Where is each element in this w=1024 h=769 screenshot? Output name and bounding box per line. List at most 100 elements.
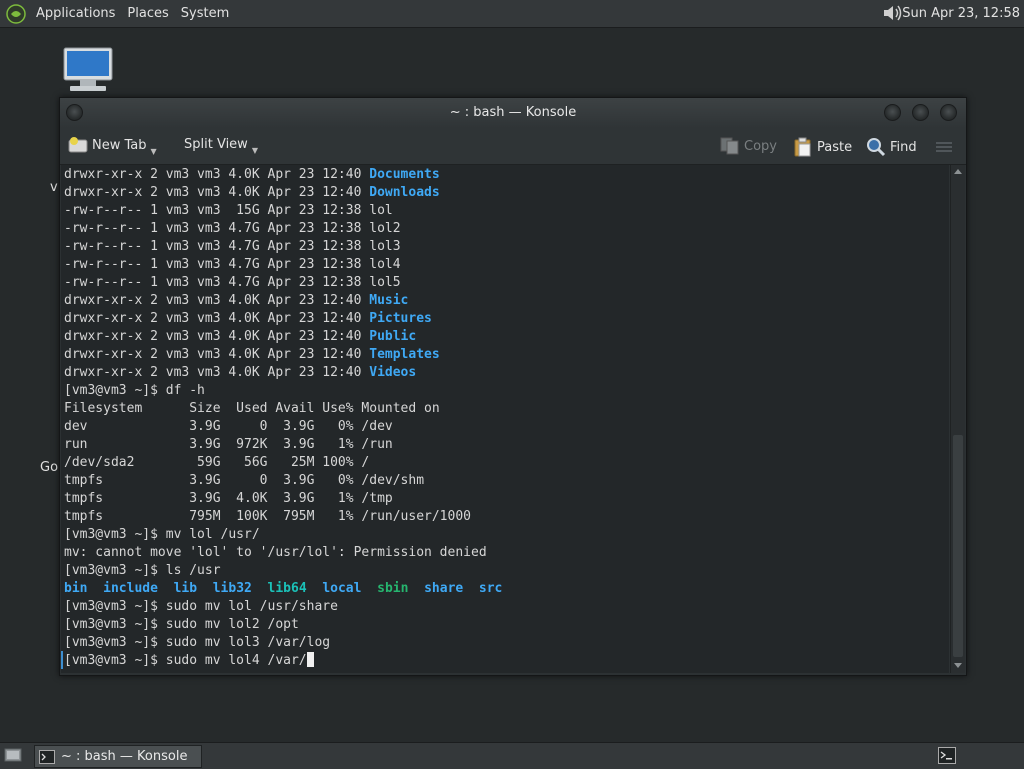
terminal-line: drwxr-xr-x 2 vm3 vm3 4.0K Apr 23 12:40 P… — [64, 328, 502, 346]
chevron-down-icon: ▼ — [150, 146, 157, 156]
terminal-text: drwxr-xr-x 2 vm3 vm3 4.0K Apr 23 12:40 — [64, 185, 370, 200]
terminal-text: mv: cannot move 'lol' to '/usr/lol': Per… — [64, 545, 487, 560]
terminal-dir-entry: Public — [369, 329, 417, 344]
new-tab-icon — [68, 137, 88, 153]
terminal-dir-entry: src — [478, 581, 503, 596]
text-cursor — [306, 652, 314, 667]
terminal-text: tmpfs 3.9G 4.0K 3.9G 1% /tmp — [64, 491, 393, 506]
close-button[interactable] — [940, 104, 957, 121]
terminal-line: /dev/sda2 59G 56G 25M 100% / — [64, 454, 502, 472]
maximize-button[interactable] — [912, 104, 929, 121]
menu-icon[interactable] — [936, 141, 952, 153]
scroll-thumb[interactable] — [953, 435, 963, 657]
taskbar-item-label: ~ : bash — Konsole — [61, 749, 188, 764]
terminal-view[interactable]: drwxr-xr-x 2 vm3 vm3 4.0K Apr 23 12:40 D… — [61, 165, 949, 673]
terminal-text: dev 3.9G 0 3.9G 0% /dev — [64, 419, 393, 434]
system-menu[interactable]: System — [175, 6, 235, 21]
new-tab-label: New Tab — [92, 137, 147, 153]
terminal-text: -rw-r--r-- 1 vm3 vm3 4.7G Apr 23 12:38 l… — [64, 257, 401, 272]
taskbar-item-konsole[interactable]: ~ : bash — Konsole — [34, 745, 202, 768]
terminal-dir-entry: include — [103, 581, 158, 596]
terminal-line: [vm3@vm3 ~]$ ls /usr — [64, 562, 502, 580]
terminal-dir-entry: Music — [369, 293, 409, 308]
terminal-dir-entry: Pictures — [369, 311, 432, 326]
terminal-line: tmpfs 3.9G 0 3.9G 0% /dev/shm — [64, 472, 502, 490]
scroll-up-arrow-icon[interactable] — [954, 169, 962, 174]
terminal-text: run 3.9G 972K 3.9G 1% /run — [64, 437, 393, 452]
desktop-label-go[interactable]: Go — [40, 460, 58, 475]
terminal-text: [vm3@vm3 ~]$ sudo mv lol4 /var/ — [64, 653, 307, 668]
show-desktop-icon[interactable] — [4, 747, 22, 764]
terminal-text: drwxr-xr-x 2 vm3 vm3 4.0K Apr 23 12:40 — [64, 347, 370, 362]
terminal-line: -rw-r--r-- 1 vm3 vm3 4.7G Apr 23 12:38 l… — [64, 256, 502, 274]
applications-menu[interactable]: Applications — [30, 6, 121, 21]
terminal-line: drwxr-xr-x 2 vm3 vm3 4.0K Apr 23 12:40 P… — [64, 310, 502, 328]
konsole-window: ~ : bash — Konsole New Tab ▼ Split View … — [59, 97, 967, 676]
terminal-output: drwxr-xr-x 2 vm3 vm3 4.0K Apr 23 12:40 D… — [64, 166, 502, 670]
terminal-line: [vm3@vm3 ~]$ df -h — [64, 382, 502, 400]
new-tab-button[interactable]: New Tab ▼ — [68, 137, 157, 156]
split-view-button[interactable]: Split View ▼ — [184, 137, 258, 155]
terminal-text: [vm3@vm3 ~]$ sudo mv lol /usr/share — [64, 599, 338, 614]
vertical-scrollbar[interactable] — [950, 165, 965, 673]
terminal-dir-entry: Downloads — [369, 185, 440, 200]
terminal-link-entry: lib64 — [267, 581, 307, 596]
mate-logo-icon[interactable] — [6, 3, 26, 24]
terminal-dir-entry: Videos — [369, 365, 417, 380]
terminal-dir-entry: Documents — [369, 167, 440, 182]
toolbar: New Tab ▼ Split View ▼ Copy Paste Find — [60, 128, 966, 165]
paste-button[interactable]: Paste — [793, 137, 852, 157]
terminal-line: tmpfs 3.9G 4.0K 3.9G 1% /tmp — [64, 490, 502, 508]
terminal-text: tmpfs 795M 100K 795M 1% /run/user/1000 — [64, 509, 471, 524]
terminal-text: drwxr-xr-x 2 vm3 vm3 4.0K Apr 23 12:40 — [64, 293, 370, 308]
chevron-down-icon: ▼ — [251, 146, 258, 155]
terminal-line: -rw-r--r-- 1 vm3 vm3 15G Apr 23 12:38 lo… — [64, 202, 502, 220]
minimize-button[interactable] — [884, 104, 901, 121]
terminal-text: tmpfs 3.9G 0 3.9G 0% /dev/shm — [64, 473, 425, 488]
terminal-text: -rw-r--r-- 1 vm3 vm3 15G Apr 23 12:38 lo… — [64, 203, 393, 218]
find-label: Find — [890, 139, 917, 155]
terminal-text: drwxr-xr-x 2 vm3 vm3 4.0K Apr 23 12:40 — [64, 311, 370, 326]
terminal-text: -rw-r--r-- 1 vm3 vm3 4.7G Apr 23 12:38 l… — [64, 221, 401, 236]
terminal-line: drwxr-xr-x 2 vm3 vm3 4.0K Apr 23 12:40 D… — [64, 184, 502, 202]
terminal-line: [vm3@vm3 ~]$ sudo mv lol3 /var/log — [64, 634, 502, 652]
terminal-dir-entry: bin — [64, 581, 88, 596]
clock[interactable]: Sun Apr 23, 12:58 — [902, 6, 1020, 21]
terminal-icon[interactable] — [938, 747, 956, 764]
terminal-line: [vm3@vm3 ~]$ mv lol /usr/ — [64, 526, 502, 544]
paste-icon — [794, 137, 811, 157]
terminal-line: drwxr-xr-x 2 vm3 vm3 4.0K Apr 23 12:40 M… — [64, 292, 502, 310]
terminal-text: [vm3@vm3 ~]$ df -h — [64, 383, 205, 398]
scroll-down-arrow-icon[interactable] — [954, 663, 962, 668]
places-menu[interactable]: Places — [121, 6, 174, 21]
terminal-line: bin include lib lib32 lib64 local sbin s… — [64, 580, 502, 598]
volume-icon[interactable] — [882, 3, 904, 23]
terminal-line: -rw-r--r-- 1 vm3 vm3 4.7G Apr 23 12:38 l… — [64, 274, 502, 292]
copy-button[interactable]: Copy — [720, 137, 777, 155]
terminal-text: drwxr-xr-x 2 vm3 vm3 4.0K Apr 23 12:40 — [64, 167, 370, 182]
computer-icon[interactable] — [62, 46, 114, 94]
terminal-line: -rw-r--r-- 1 vm3 vm3 4.7G Apr 23 12:38 l… — [64, 238, 502, 256]
split-view-label: Split View — [184, 137, 248, 152]
find-button[interactable]: Find — [866, 137, 917, 157]
desktop-label-computer[interactable]: v — [50, 180, 58, 195]
terminal-dir-entry: local — [322, 581, 362, 596]
terminal-text: /dev/sda2 59G 56G 25M 100% / — [64, 455, 370, 470]
top-panel: Applications Places System Sun Apr 23, 1… — [0, 0, 1024, 28]
konsole-icon — [39, 749, 55, 764]
terminal-line: -rw-r--r-- 1 vm3 vm3 4.7G Apr 23 12:38 l… — [64, 220, 502, 238]
paste-label: Paste — [817, 139, 853, 155]
terminal-exe-entry: sbin — [377, 581, 409, 596]
terminal-line: drwxr-xr-x 2 vm3 vm3 4.0K Apr 23 12:40 T… — [64, 346, 502, 364]
terminal-text: -rw-r--r-- 1 vm3 vm3 4.7G Apr 23 12:38 l… — [64, 275, 401, 290]
terminal-text: [vm3@vm3 ~]$ sudo mv lol2 /opt — [64, 617, 299, 632]
terminal-line: Filesystem Size Used Avail Use% Mounted … — [64, 400, 502, 418]
bottom-panel: ~ : bash — Konsole — [0, 742, 1024, 769]
title-bar[interactable]: ~ : bash — Konsole — [60, 98, 966, 128]
